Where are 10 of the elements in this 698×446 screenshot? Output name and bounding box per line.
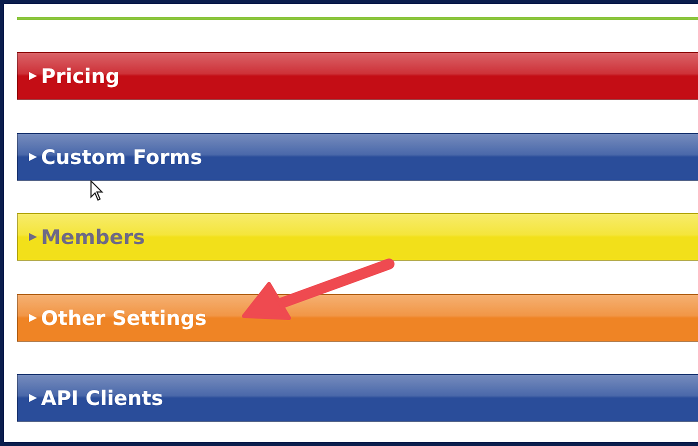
- section-header[interactable]: API Clients: [17, 374, 698, 422]
- section-header[interactable]: Members: [17, 213, 698, 262]
- caret-icon: [28, 312, 38, 323]
- section-header[interactable]: Custom Forms: [17, 132, 698, 181]
- caret-icon: [28, 232, 38, 242]
- caret-icon: [28, 152, 38, 162]
- caret-icon: [28, 71, 38, 81]
- section-header[interactable]: Pricing: [17, 52, 698, 100]
- mouse-cursor-icon: [90, 180, 104, 202]
- caret-icon: [28, 393, 38, 404]
